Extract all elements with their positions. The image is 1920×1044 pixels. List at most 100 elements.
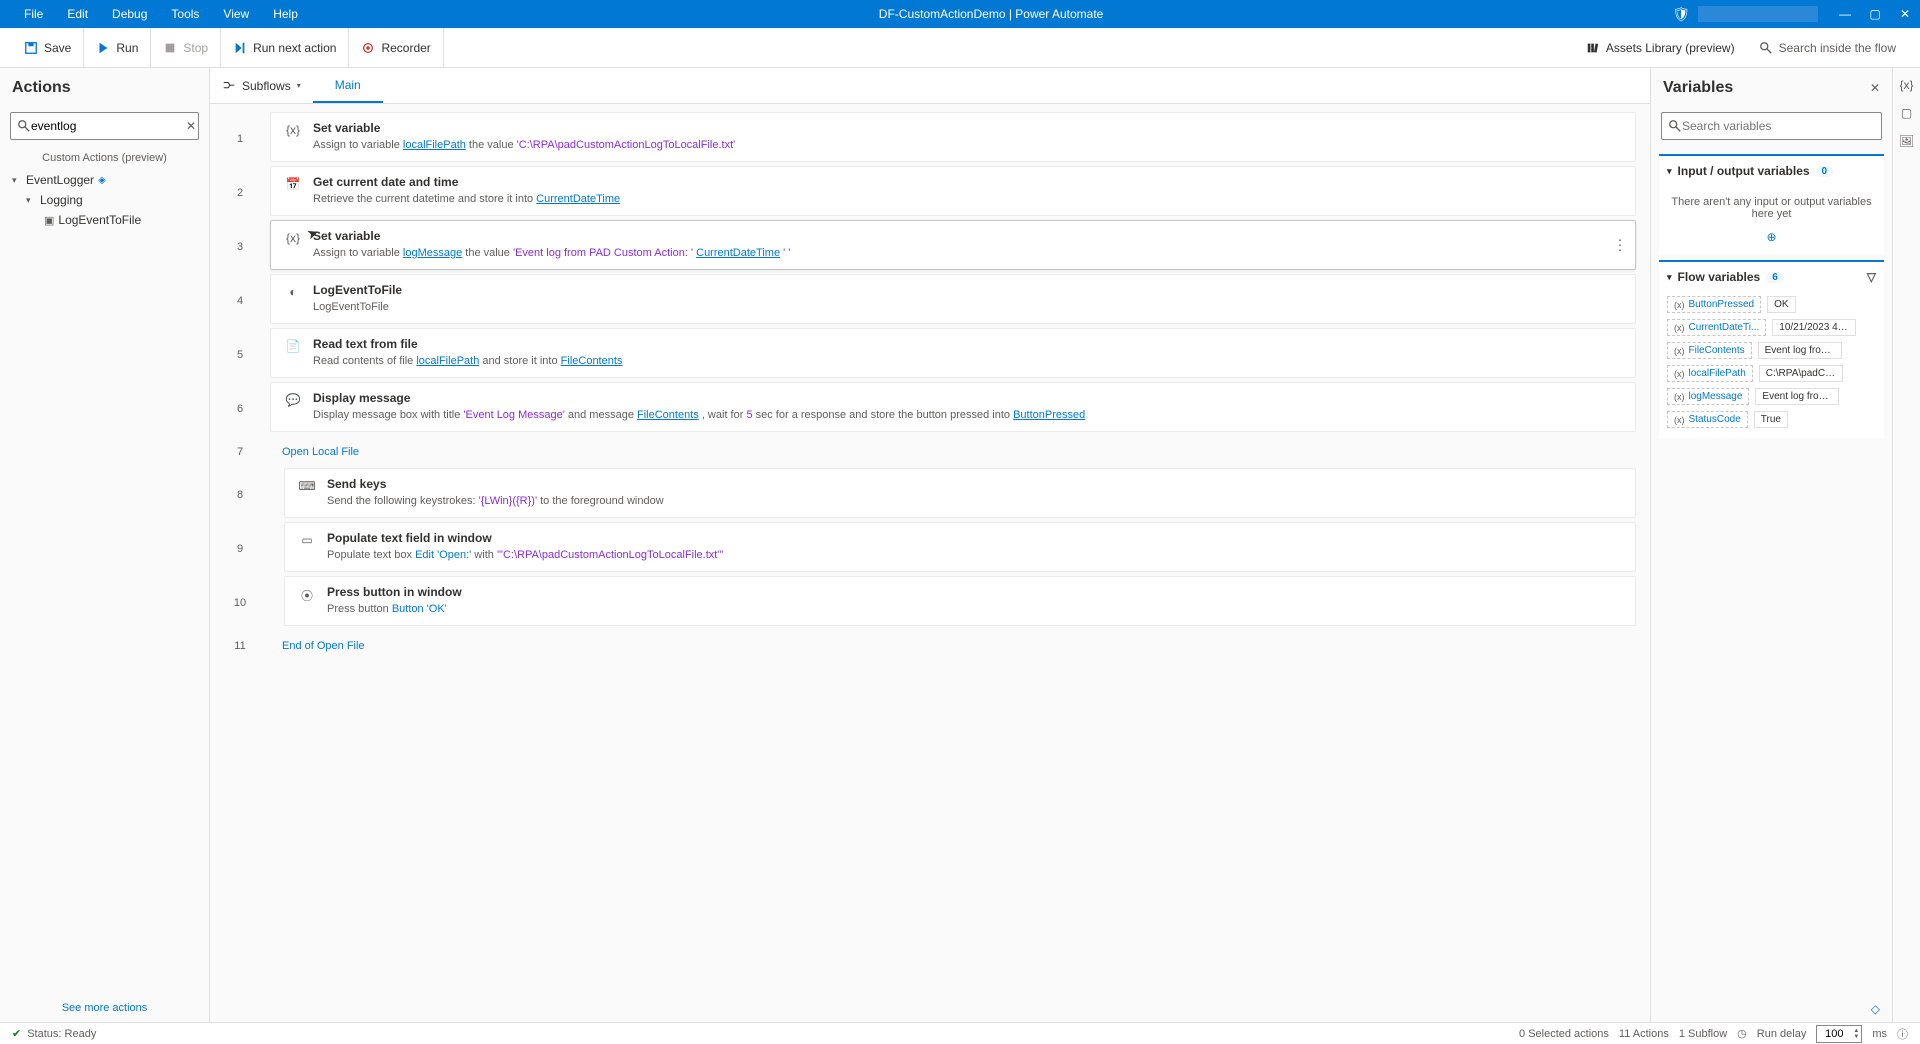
rail-variables-icon[interactable]: {x} (1899, 78, 1913, 92)
step-description: Press button Button 'OK' (327, 601, 1623, 617)
stop-icon (163, 41, 177, 55)
rail-box-icon[interactable]: ▢ (1901, 106, 1912, 120)
run-button[interactable]: Run (84, 28, 151, 67)
step-row: 4 ◐ LogEventToFile LogEventToFile (210, 274, 1650, 328)
step-title: Set variable (313, 229, 1623, 243)
variable-name: (x)logMessage (1667, 388, 1749, 405)
play-icon (96, 41, 110, 55)
step-card[interactable]: 💬 Display message Display message box wi… (270, 382, 1636, 432)
step-description: Read contents of file localFilePath and … (313, 353, 1623, 369)
more-icon[interactable]: ⋮ (1613, 237, 1627, 254)
step-card[interactable]: 📄 Read text from file Read contents of f… (270, 328, 1636, 378)
step-title: Get current date and time (313, 175, 1623, 189)
toolbar: Save Run Stop Run next action Recorder A… (0, 28, 1920, 68)
diamond-icon: ◈ (98, 175, 106, 186)
clock-icon: ◷ (1737, 1027, 1747, 1040)
step-card[interactable]: ⌨ Send keys Send the following keystroke… (284, 468, 1636, 518)
step-link[interactable]: End of Open File (270, 630, 377, 662)
variable-row[interactable]: (x)ButtonPressed OK (1667, 296, 1876, 313)
variable-value: Event log from PAD... (1755, 388, 1839, 405)
variable-row[interactable]: (x)logMessage Event log from PAD... (1667, 388, 1876, 405)
step-card[interactable]: ◐ LogEventToFile LogEventToFile (270, 274, 1636, 324)
ms-label: ms (1872, 1028, 1887, 1040)
menu-file[interactable]: File (12, 7, 55, 21)
info-icon[interactable]: ⓘ (1897, 1026, 1908, 1042)
account-area[interactable] (1698, 6, 1818, 22)
flow-search[interactable]: Search inside the flow (1747, 41, 1908, 55)
tree-eventlogger[interactable]: ▾ EventLogger ◈ (0, 170, 209, 190)
tree-logeventtofile[interactable]: ▣ LogEventToFile (0, 210, 209, 230)
window-buttons: — ▢ ✕ (1830, 7, 1920, 21)
tree-logging[interactable]: ▾ Logging (0, 190, 209, 210)
menu-edit[interactable]: Edit (55, 7, 100, 21)
variable-row[interactable]: (x)FileContents Event log from PAD... (1667, 342, 1876, 359)
step-card[interactable]: {x} Set variable Assign to variable loca… (270, 112, 1636, 162)
title-bar: File Edit Debug Tools View Help DF-Custo… (0, 0, 1920, 28)
actions-search-input[interactable] (31, 119, 186, 133)
actions-title: Actions (0, 68, 209, 108)
see-more-link[interactable]: See more actions (62, 1002, 148, 1014)
subflows-dropdown[interactable]: Subflows ▾ (222, 79, 301, 93)
step-row: 6 💬 Display message Display message box … (210, 382, 1650, 436)
step-number: 2 (210, 166, 270, 220)
step-description: Populate text box Edit 'Open:' with '"C:… (327, 547, 1623, 563)
minimize-button[interactable]: — (1830, 7, 1860, 21)
filter-icon[interactable]: ▽ (1867, 270, 1876, 284)
actions-tree: ▾ EventLogger ◈ ▾ Logging ▣ LogEventToFi… (0, 170, 209, 230)
step-number: 6 (210, 382, 270, 436)
library-icon (1586, 41, 1600, 55)
step-icon: ▭ (297, 531, 317, 563)
step-link-row: 7 Open Local File (210, 436, 1650, 468)
tree-label: Logging (40, 193, 83, 207)
record-icon (361, 41, 375, 55)
maximize-button[interactable]: ▢ (1860, 7, 1890, 21)
assets-library-button[interactable]: Assets Library (preview) (1574, 41, 1747, 55)
step-card[interactable]: ▭ Populate text field in window Populate… (284, 522, 1636, 572)
io-section-header[interactable]: ▾ Input / output variables 0 (1659, 156, 1884, 186)
recorder-label: Recorder (381, 41, 430, 55)
recorder-button[interactable]: Recorder (349, 28, 443, 67)
stop-button[interactable]: Stop (151, 28, 221, 67)
variable-value: C:\RPA\padCusto... (1759, 365, 1843, 382)
menu-tools[interactable]: Tools (159, 7, 211, 21)
menu-help[interactable]: Help (261, 7, 310, 21)
run-delay-input[interactable]: ▲▼ (1816, 1025, 1862, 1043)
step-description: Display message box with title 'Event Lo… (313, 407, 1623, 423)
close-panel-icon[interactable]: ✕ (1870, 81, 1880, 95)
rail-images-icon[interactable]: 🖼 (1899, 134, 1914, 148)
save-button[interactable]: Save (12, 28, 84, 67)
run-delay-value[interactable] (1817, 1028, 1851, 1040)
menu-view[interactable]: View (211, 7, 261, 21)
save-label: Save (44, 41, 71, 55)
variables-search[interactable] (1661, 112, 1882, 140)
flow-section-header[interactable]: ▾ Flow variables 6 ▽ (1659, 262, 1884, 292)
search-icon (1759, 41, 1773, 55)
tab-main[interactable]: Main (313, 68, 383, 103)
close-button[interactable]: ✕ (1890, 7, 1920, 21)
caret-down-icon: ▾ (26, 195, 36, 206)
step-link[interactable]: Open Local File (270, 436, 371, 468)
clear-search-icon[interactable]: ✕ (186, 119, 196, 133)
search-icon (17, 119, 31, 133)
step-card[interactable]: ⦿ Press button in window Press button Bu… (284, 576, 1636, 626)
variable-row[interactable]: (x)localFilePath C:\RPA\padCusto... (1667, 365, 1876, 382)
step-icon (233, 41, 247, 55)
subflows-count: 1 Subflow (1679, 1028, 1727, 1040)
add-io-variable[interactable]: ⊕ (1659, 226, 1884, 254)
step-number: 3 (210, 220, 270, 274)
step-title: Populate text field in window (327, 531, 1623, 545)
spinner[interactable]: ▲▼ (1851, 1028, 1861, 1040)
step-description: Retrieve the current datetime and store … (313, 191, 1623, 207)
run-next-button[interactable]: Run next action (221, 28, 349, 67)
step-card[interactable]: {x} Set variable Assign to variable logM… (270, 220, 1636, 270)
menu-debug[interactable]: Debug (100, 7, 159, 21)
variable-row[interactable]: (x)CurrentDateTi... 10/21/2023 4:58:53..… (1667, 319, 1876, 336)
step-card[interactable]: 📅 Get current date and time Retrieve the… (270, 166, 1636, 216)
actions-search[interactable]: ✕ (10, 112, 199, 140)
pin-icon[interactable]: ◇ (1651, 996, 1892, 1022)
variable-name: (x)CurrentDateTi... (1667, 319, 1766, 336)
step-description: Assign to variable localFilePath the val… (313, 137, 1623, 153)
step-title: Set variable (313, 121, 1623, 135)
variable-row[interactable]: (x)StatusCode True (1667, 411, 1876, 428)
variables-search-input[interactable] (1682, 119, 1875, 133)
